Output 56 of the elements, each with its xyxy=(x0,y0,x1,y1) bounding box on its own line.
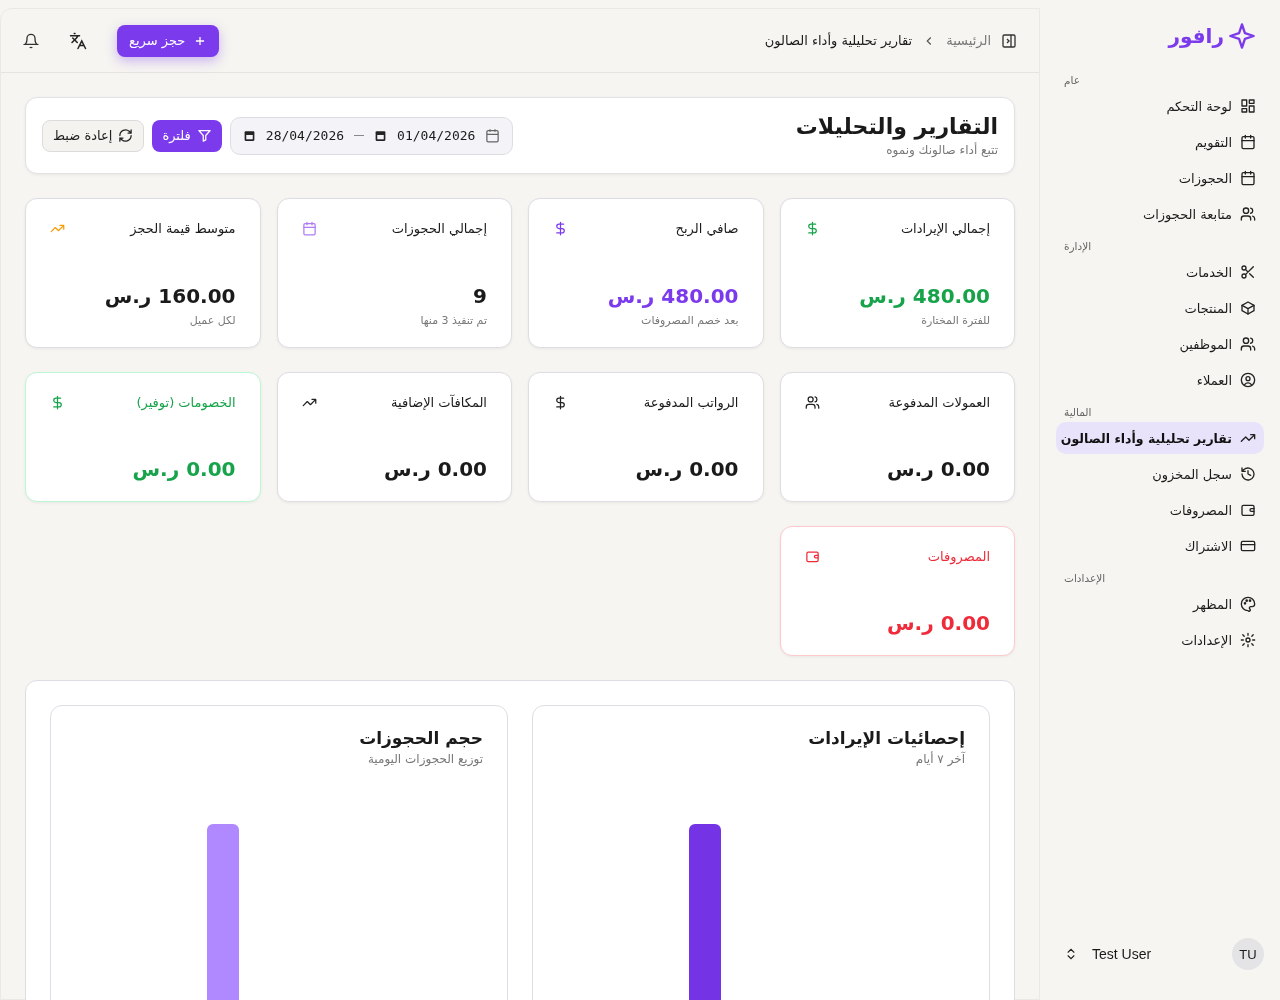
stat-value: 0.00 ر.س xyxy=(131,457,236,481)
stat-label: المصروفات xyxy=(927,549,990,564)
stat-note: بعد خصم المصروفات xyxy=(640,314,739,327)
page-subtitle: تتبع أداء صالونك ونموه xyxy=(885,143,998,157)
page-title: التقارير والتحليلات xyxy=(795,114,998,139)
stat-note: تم تنفيذ 3 منها xyxy=(419,314,487,327)
sidebar-item[interactable]: سجل المخزون xyxy=(1056,458,1264,490)
sidebar-item[interactable]: العملاء xyxy=(1056,364,1264,396)
stat-value: 0.00 ر.س xyxy=(885,611,990,635)
sidebar-item[interactable]: الحجوزات xyxy=(1056,162,1264,194)
stat-label: صافي الربح xyxy=(675,221,739,236)
quick-booking-button[interactable]: حجز سريع xyxy=(117,24,220,57)
brand-name: رافور xyxy=(1168,24,1224,48)
stat-label: العمولات المدفوعة xyxy=(888,395,990,410)
date-input[interactable]: 28/04/2026 xyxy=(265,128,345,143)
stat-label: متوسط قيمة الحجز xyxy=(130,221,236,236)
sidebar-item[interactable]: الموظفين xyxy=(1056,328,1264,360)
user-avatar[interactable]: TU xyxy=(1232,938,1264,970)
user-name[interactable]: Test User xyxy=(1092,946,1218,962)
stat-value: 9 xyxy=(472,284,487,308)
stat-value: 480.00 ر.س xyxy=(858,284,990,308)
section-label: الإدارة xyxy=(1063,239,1093,255)
stat-label: الخصومات (توفير) xyxy=(136,395,236,410)
stat-label: إجمالي الحجوزات xyxy=(391,221,487,236)
stat-label: الرواتب المدفوعة xyxy=(643,395,739,410)
stat-note: للفترة المختارة xyxy=(920,314,990,327)
chart-subtitle: آخر ٧ أيام xyxy=(914,752,965,766)
section-label: المالية xyxy=(1063,405,1093,420)
reset-button[interactable]: إعادة ضبط xyxy=(42,119,145,152)
sidebar-item[interactable]: متابعة الحجوزات xyxy=(1056,198,1264,230)
chart-title: إحصائيات الإيرادات xyxy=(807,728,965,748)
sidebar-item[interactable]: الخدمات xyxy=(1056,256,1264,288)
sidebar-item[interactable]: الإعدادات xyxy=(1056,624,1264,656)
section-label: عام xyxy=(1063,73,1081,89)
breadcrumb-link[interactable]: الرئيسية xyxy=(946,33,991,48)
stat-value: 480.00 ر.س xyxy=(606,284,739,308)
stat-value: 0.00 ر.س xyxy=(634,457,739,481)
sidebar-item[interactable]: المنتجات xyxy=(1056,292,1264,324)
sidebar-item[interactable]: المظهر xyxy=(1056,588,1264,620)
stat-note: لكل عميل xyxy=(188,314,236,327)
sidebar-item[interactable]: لوحة التحكم xyxy=(1056,90,1264,122)
breadcrumb-current: تقارير تحليلية وأداء الصالون xyxy=(764,33,913,48)
stat-value: 0.00 ر.س xyxy=(382,457,487,481)
date-input[interactable]: 01/04/2026 xyxy=(397,128,476,143)
sidebar-item[interactable]: الاشتراك xyxy=(1056,530,1264,562)
chart-subtitle: توزيع الحجوزات اليومية xyxy=(366,752,483,766)
stat-label: المكافآت الإضافية xyxy=(391,395,487,410)
chart-title: حجم الحجوزات xyxy=(358,728,483,748)
filter-button[interactable]: فلترة xyxy=(152,119,222,152)
sidebar-item[interactable]: التقويم xyxy=(1056,126,1264,158)
stat-label: إجمالي الإيرادات xyxy=(900,221,990,236)
stat-value: 160.00 ر.س xyxy=(103,284,236,308)
section-label: الإعدادات xyxy=(1063,571,1107,587)
stat-value: 0.00 ر.س xyxy=(885,457,990,481)
sidebar-item[interactable]: المصروفات xyxy=(1056,494,1264,526)
sidebar-item[interactable]: تقارير تحليلية وأداء الصالون xyxy=(1056,422,1264,454)
